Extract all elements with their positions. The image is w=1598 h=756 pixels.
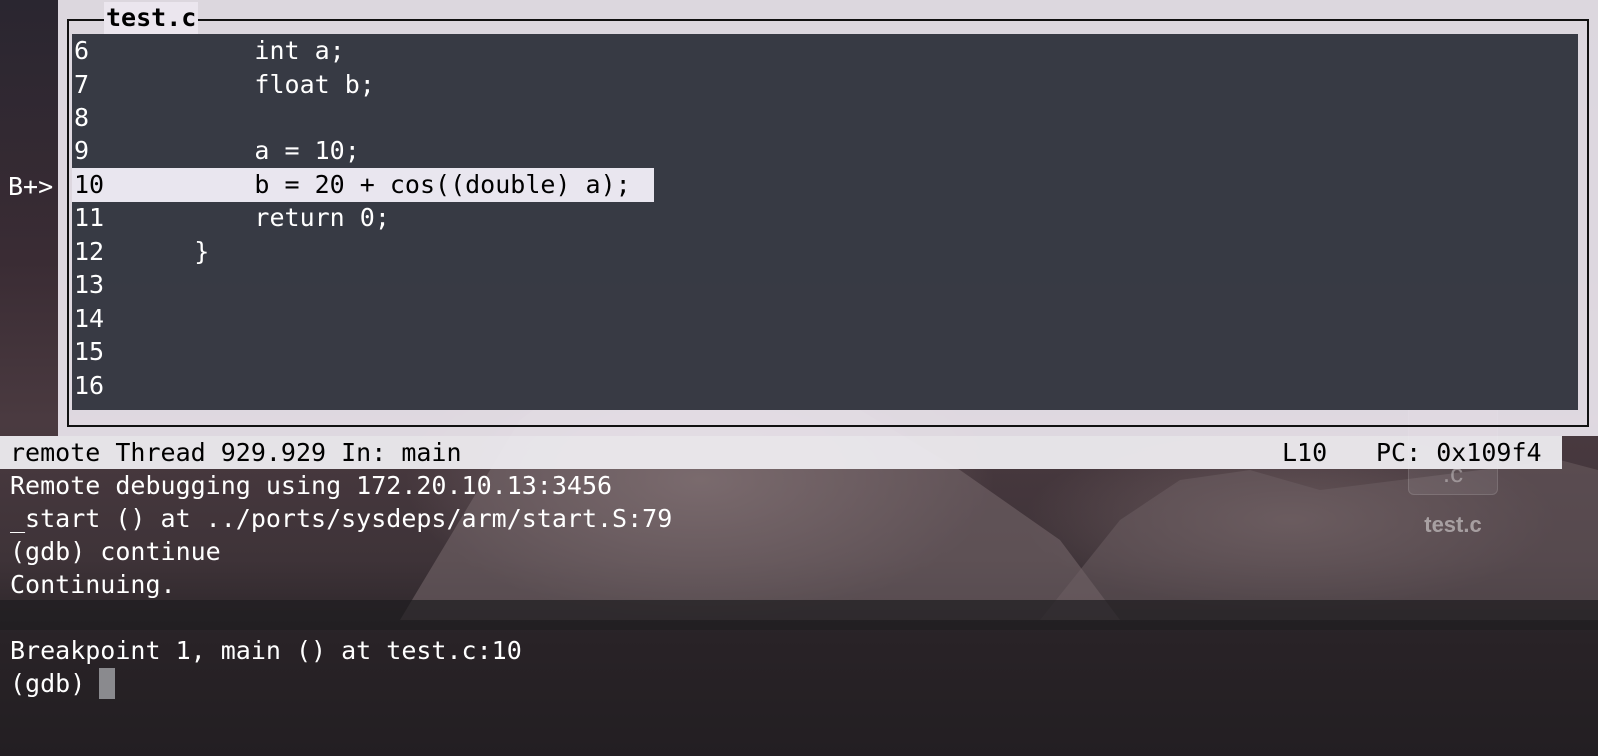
console-output-line: (gdb) continue xyxy=(10,537,221,566)
line-number: 8 xyxy=(74,103,90,132)
source-code-area[interactable]: 6 int a; 7 float b; 8 9 a = 10; 10 b = 2… xyxy=(72,34,1578,410)
line-number: 7 xyxy=(74,70,90,99)
line-number: 15 xyxy=(74,337,105,366)
gdb-prompt: (gdb) xyxy=(10,669,86,698)
source-line: 6 int a; xyxy=(72,34,1578,68)
line-number: 9 xyxy=(74,136,90,165)
current-source-line: 10 b = 20 + cos((double) a); xyxy=(72,168,654,202)
breakpoint-marker: B+> xyxy=(8,172,54,201)
source-window-title: test.c xyxy=(104,2,199,34)
console-output-line: Breakpoint 1, main () at test.c:10 xyxy=(10,636,522,665)
line-number: 11 xyxy=(74,203,105,232)
line-number: 13 xyxy=(74,270,105,299)
command-input-row[interactable]: (gdb) xyxy=(10,667,1570,700)
status-bar: remote Thread 929.929 In: main L10 PC: 0… xyxy=(0,436,1562,469)
line-code: } xyxy=(134,237,210,266)
thread-info: remote Thread 929.929 In: main xyxy=(10,438,462,467)
line-number: 14 xyxy=(74,304,105,333)
line-code: return 0; xyxy=(134,203,390,232)
command-console[interactable]: Remote debugging using 172.20.10.13:3456… xyxy=(10,469,1570,700)
text-cursor[interactable] xyxy=(99,668,116,699)
line-code: int a; xyxy=(134,36,345,65)
terminal-window: .c test.c test.c 6 int a; 7 float b; 8 9… xyxy=(0,0,1598,756)
line-number: 12 xyxy=(74,237,105,266)
source-line: 9 a = 10; xyxy=(72,134,1578,168)
line-number: 16 xyxy=(74,371,105,400)
console-output-line: Remote debugging using 172.20.10.13:3456 xyxy=(10,471,613,500)
line-code: float b; xyxy=(134,70,375,99)
source-line: 11 return 0; xyxy=(72,201,1578,235)
source-line: 14 xyxy=(72,302,1578,336)
current-line-indicator: L10 xyxy=(1282,438,1328,467)
line-number: 6 xyxy=(74,36,90,65)
source-line: 8 xyxy=(72,101,1578,135)
program-counter: PC: 0x109f4 xyxy=(1376,438,1542,467)
console-output-line: _start () at ../ports/sysdeps/arm/start.… xyxy=(10,504,673,533)
console-output-line: Continuing. xyxy=(10,570,176,599)
line-code: b = 20 + cos((double) a); xyxy=(134,170,631,199)
source-line: 13 xyxy=(72,268,1578,302)
line-number: 10 xyxy=(74,170,105,199)
source-line: 15 xyxy=(72,335,1578,369)
line-code: a = 10; xyxy=(134,136,360,165)
source-line: 7 float b; xyxy=(72,68,1578,102)
source-line: 12 } xyxy=(72,235,1578,269)
source-line: 16 xyxy=(72,369,1578,403)
